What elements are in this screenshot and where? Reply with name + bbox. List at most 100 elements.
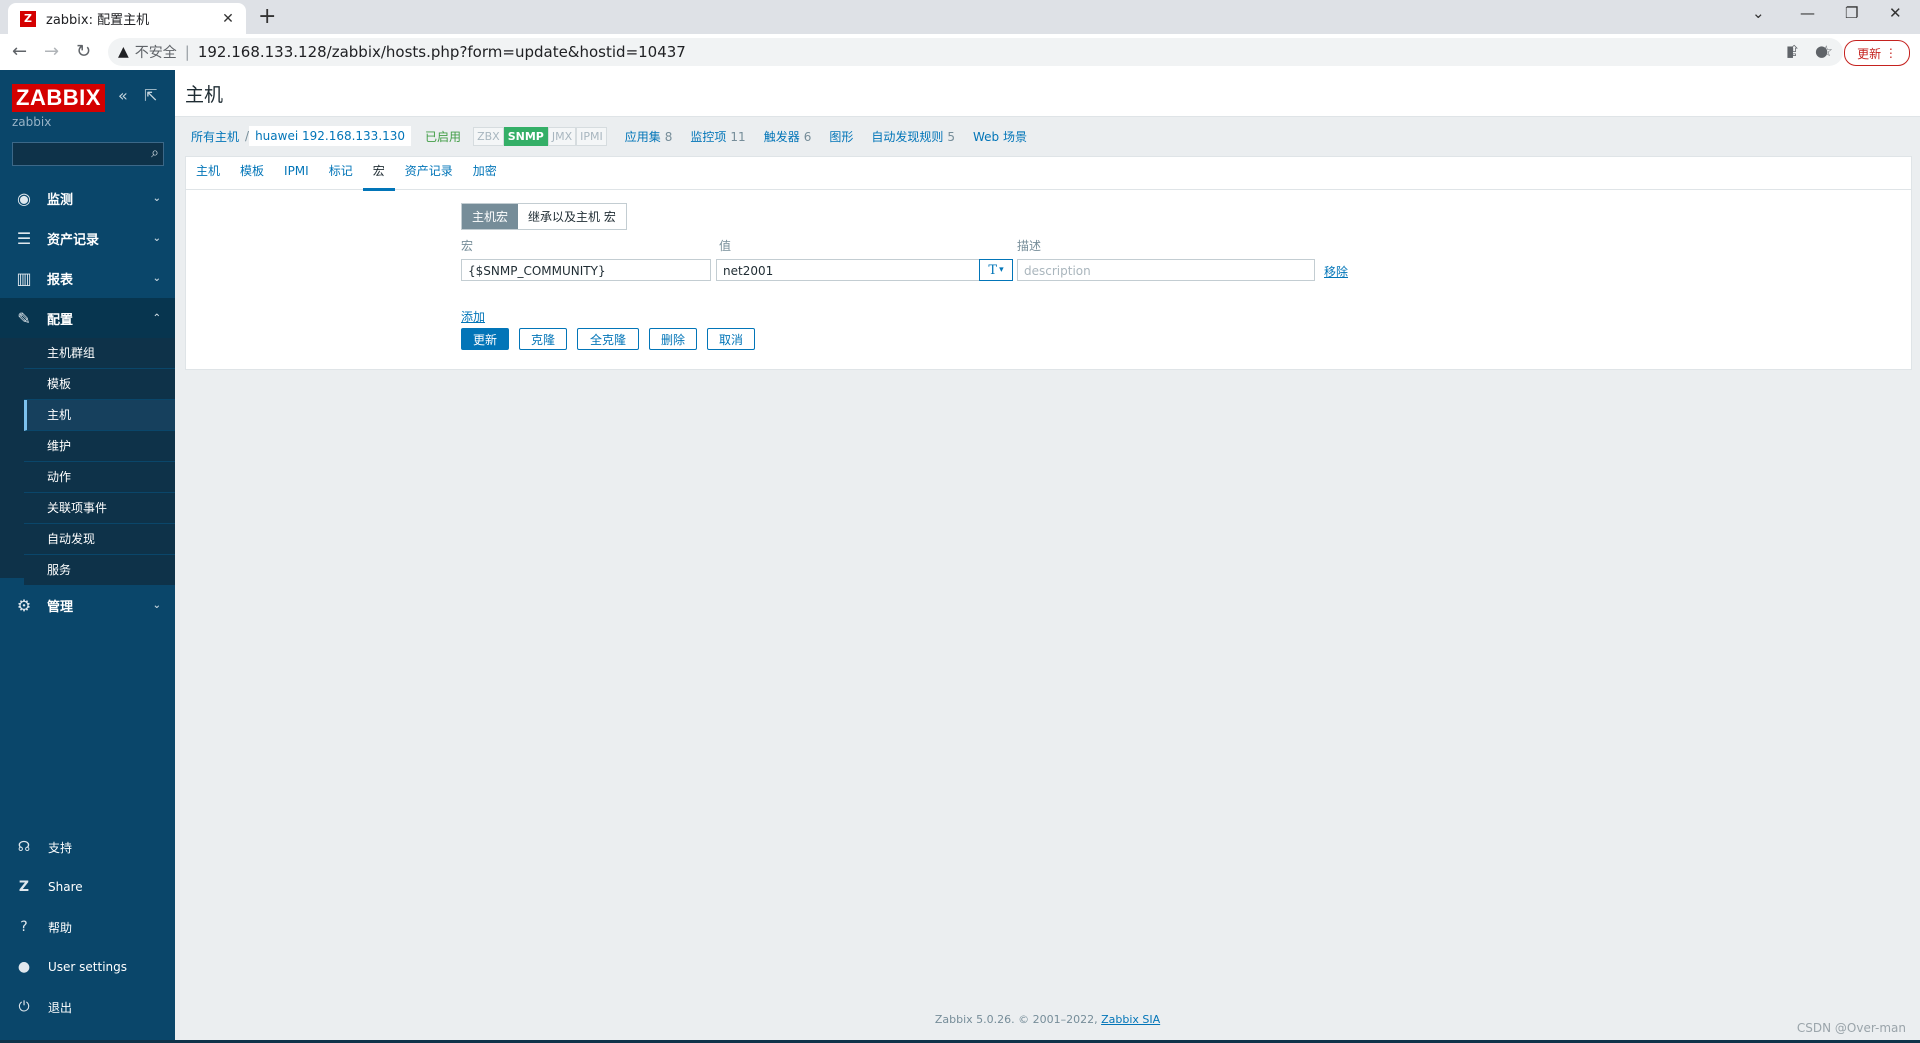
submenu-templates[interactable]: 模板 xyxy=(24,369,175,400)
delete-button[interactable]: 删除 xyxy=(649,328,697,350)
inherited-macros-option[interactable]: 继承以及主机 宏 xyxy=(518,204,626,229)
footer-share[interactable]: Z Share xyxy=(0,869,175,905)
nav-graphs[interactable]: 图形 xyxy=(829,128,853,145)
nav-items[interactable]: 监控项 11 xyxy=(690,128,745,145)
nav-applications[interactable]: 应用集 8 xyxy=(625,128,673,145)
tab-tags[interactable]: 标记 xyxy=(319,157,363,189)
collapse-sidebar-icon[interactable]: « xyxy=(118,86,128,105)
new-tab-icon[interactable]: + xyxy=(258,4,276,29)
update-button[interactable]: 更新 xyxy=(461,328,509,350)
footer-support-label: 支持 xyxy=(48,840,73,855)
macro-description-input[interactable]: description xyxy=(1017,259,1315,281)
tab-host[interactable]: 主机 xyxy=(186,157,230,189)
submenu-actions[interactable]: 动作 xyxy=(24,462,175,493)
macro-name-input[interactable]: {$SNMP_COMMUNITY} xyxy=(461,259,711,281)
footer-user-settings[interactable]: ● User settings xyxy=(0,949,175,985)
user-icon: ● xyxy=(17,959,31,975)
availability-ipmi: IPMI xyxy=(576,126,607,146)
kiosk-mode-icon[interactable]: ⇱ xyxy=(144,86,157,105)
nav-discovery-rules[interactable]: 自动发现规则 5 xyxy=(871,128,955,145)
tab-ipmi[interactable]: IPMI xyxy=(274,157,319,189)
zabbix-sia-link[interactable]: Zabbix SIA xyxy=(1101,1013,1160,1026)
back-icon[interactable]: ← xyxy=(12,41,27,62)
headset-icon: ☊ xyxy=(17,839,31,855)
footer-help-label: 帮助 xyxy=(48,920,73,935)
submenu-services[interactable]: 服务 xyxy=(24,555,175,586)
url-text[interactable]: 192.168.133.128/zabbix/hosts.php?form=up… xyxy=(198,43,686,61)
tab-encryption[interactable]: 加密 xyxy=(463,157,507,189)
warning-icon[interactable]: ▲ xyxy=(118,44,129,60)
full-clone-button[interactable]: 全克隆 xyxy=(577,328,639,350)
zabbix-favicon-icon: Z xyxy=(20,10,36,27)
browser-tab-title: zabbix: 配置主机 xyxy=(46,13,150,28)
tab-search-chevron-icon[interactable]: ⌄ xyxy=(1752,4,1765,22)
remove-macro-link[interactable]: 移除 xyxy=(1324,263,1348,280)
tab-templates[interactable]: 模板 xyxy=(230,157,274,189)
menu-administration[interactable]: ⚙ 管理 ⌄ xyxy=(0,585,175,625)
footer-share-label: Share xyxy=(48,880,83,894)
submenu-discovery[interactable]: 自动发现 xyxy=(24,524,175,555)
macro-value-input[interactable]: net2001 xyxy=(716,259,980,281)
reload-icon[interactable]: ↻ xyxy=(76,41,91,62)
footer-support[interactable]: ☊ 支持 xyxy=(0,829,175,865)
restore-icon[interactable]: ❐ xyxy=(1845,4,1858,22)
submenu-host-groups[interactable]: 主机群组 xyxy=(24,338,175,369)
host-status-enabled[interactable]: 已启用 xyxy=(425,128,461,145)
menu-monitoring[interactable]: ◉ 监测 ⌄ xyxy=(0,178,175,218)
side-panel-icon[interactable]: ▮ xyxy=(1786,42,1794,60)
minimize-icon[interactable]: — xyxy=(1800,4,1815,22)
sidebar: ZABBIX « ⇱ zabbix ⌕ ◉ 监测 ⌄ ☰ 资产记录 ⌄ ▥ 报表… xyxy=(0,70,175,1043)
tab-macros[interactable]: 宏 xyxy=(362,157,395,191)
eye-icon: ◉ xyxy=(17,188,31,208)
clone-button[interactable]: 克隆 xyxy=(519,328,567,350)
forward-icon[interactable]: → xyxy=(44,41,59,62)
chevron-down-icon: ⌄ xyxy=(152,599,161,611)
chevron-up-icon: ⌃ xyxy=(152,312,161,324)
footer-sign-out[interactable]: ⏻ 退出 xyxy=(0,989,175,1025)
close-window-icon[interactable]: ✕ xyxy=(1889,4,1902,22)
nav-web-scenarios[interactable]: Web 场景 xyxy=(973,128,1027,145)
browser-update-label: 更新 xyxy=(1857,46,1882,61)
omnibox[interactable]: ▲ 不安全 | 192.168.133.128/zabbix/hosts.php… xyxy=(108,38,1843,66)
menu-monitoring-label: 监测 xyxy=(47,192,74,208)
menu-reports[interactable]: ▥ 报表 ⌄ xyxy=(0,258,175,298)
footer-help[interactable]: ? 帮助 xyxy=(0,909,175,945)
submenu-maintenance[interactable]: 维护 xyxy=(24,431,175,462)
cancel-button[interactable]: 取消 xyxy=(707,328,755,350)
main-area: 主机 所有主机 / huawei 192.168.133.130 已启用 ZBX… xyxy=(175,70,1920,1043)
browser-tab[interactable]: Z zabbix: 配置主机 ✕ xyxy=(8,3,246,34)
insecure-label[interactable]: 不安全 xyxy=(135,42,177,62)
availability-jmx: JMX xyxy=(547,126,577,146)
footer-copyright: Zabbix 5.0.26. © 2001–2022, xyxy=(934,1013,1098,1026)
column-header-value: 值 xyxy=(719,239,732,253)
menu-inventory[interactable]: ☰ 资产记录 ⌄ xyxy=(0,218,175,258)
availability-indicators: ZBX SNMP JMX IPMI xyxy=(473,126,607,146)
host-form-tabs: 主机 模板 IPMI 标记 宏 资产记录 加密 xyxy=(186,157,1911,191)
profile-icon[interactable]: ● xyxy=(1815,42,1828,60)
availability-snmp: SNMP xyxy=(503,126,548,146)
tab-inventory[interactable]: 资产记录 xyxy=(395,157,463,189)
sidebar-search-input[interactable]: ⌕ xyxy=(12,142,164,166)
nav-applications-label: 应用集 xyxy=(624,129,661,144)
browser-update-button[interactable]: 更新 ⋮ xyxy=(1844,40,1910,66)
browser-tab-strip: Z zabbix: 配置主机 ✕ + ⌄ — ❐ ✕ xyxy=(0,0,1920,34)
list-icon: ☰ xyxy=(16,228,32,248)
zabbix-logo[interactable]: ZABBIX xyxy=(12,84,105,112)
nav-triggers[interactable]: 触发器 6 xyxy=(764,128,812,145)
breadcrumb-host[interactable]: huawei 192.168.133.130 xyxy=(249,126,412,146)
submenu-hosts[interactable]: 主机 xyxy=(24,400,175,431)
macro-mode-toggle: 主机宏 继承以及主机 宏 xyxy=(461,203,627,230)
submenu-event-correlation[interactable]: 关联项事件 xyxy=(24,493,175,524)
menu-configuration[interactable]: ✎ 配置 ⌃ xyxy=(0,298,175,338)
wrench-icon: ✎ xyxy=(17,308,31,328)
footer-user-settings-label: User settings xyxy=(48,960,128,974)
chevron-down-icon: ▾ xyxy=(999,265,1004,275)
search-icon[interactable]: ⌕ xyxy=(151,145,159,161)
add-macro-link[interactable]: 添加 xyxy=(461,308,485,325)
host-macros-option[interactable]: 主机宏 xyxy=(462,204,519,229)
gear-icon: ⚙ xyxy=(16,595,32,615)
menu-administration-label: 管理 xyxy=(47,599,74,615)
value-type-dropdown[interactable]: T ▾ xyxy=(979,259,1013,281)
close-tab-icon[interactable]: ✕ xyxy=(218,11,238,27)
breadcrumb-all-hosts[interactable]: 所有主机 xyxy=(185,128,245,145)
